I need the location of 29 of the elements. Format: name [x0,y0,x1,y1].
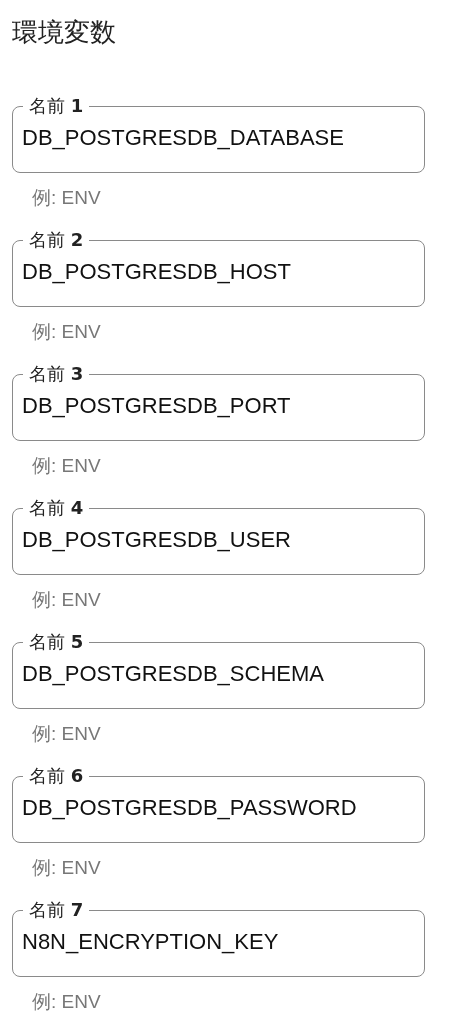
field-value[interactable]: DB_POSTGRESDB_PASSWORD [21,795,412,821]
field-value[interactable]: DB_POSTGRESDB_PORT [21,393,412,419]
input-field[interactable]: 名前 1 DB_POSTGRESDB_DATABASE [12,96,425,173]
input-field[interactable]: 名前 7 N8N_ENCRYPTION_KEY [12,900,425,977]
field-value[interactable]: DB_POSTGRESDB_DATABASE [21,125,412,151]
field-value[interactable]: DB_POSTGRESDB_HOST [21,259,412,285]
helper-text: 例: ENV [32,990,101,1014]
input-field[interactable]: 名前 3 DB_POSTGRESDB_PORT [12,364,425,441]
field-label: 名前 6 [29,765,84,786]
helper-text: 例: ENV [32,454,101,478]
helper-text: 例: ENV [32,722,101,746]
input-field[interactable]: 名前 4 DB_POSTGRESDB_USER [12,498,425,575]
helper-text: 例: ENV [32,588,101,612]
section-title: 環境変数 [12,16,117,49]
field-value[interactable]: DB_POSTGRESDB_SCHEMA [21,661,412,687]
input-field[interactable]: 名前 6 DB_POSTGRESDB_PASSWORD [12,766,425,843]
helper-text: 例: ENV [32,856,101,880]
helper-text: 例: ENV [32,186,101,210]
input-field[interactable]: 名前 5 DB_POSTGRESDB_SCHEMA [12,632,425,709]
field-label: 名前 1 [29,95,84,116]
helper-text: 例: ENV [32,320,101,344]
field-label: 名前 3 [29,363,84,384]
field-label: 名前 4 [29,497,84,518]
field-label: 名前 7 [29,899,84,920]
field-label: 名前 5 [29,631,84,652]
input-field[interactable]: 名前 2 DB_POSTGRESDB_HOST [12,230,425,307]
field-label: 名前 2 [29,229,84,250]
field-value[interactable]: DB_POSTGRESDB_USER [21,527,412,553]
field-value[interactable]: N8N_ENCRYPTION_KEY [21,929,412,955]
